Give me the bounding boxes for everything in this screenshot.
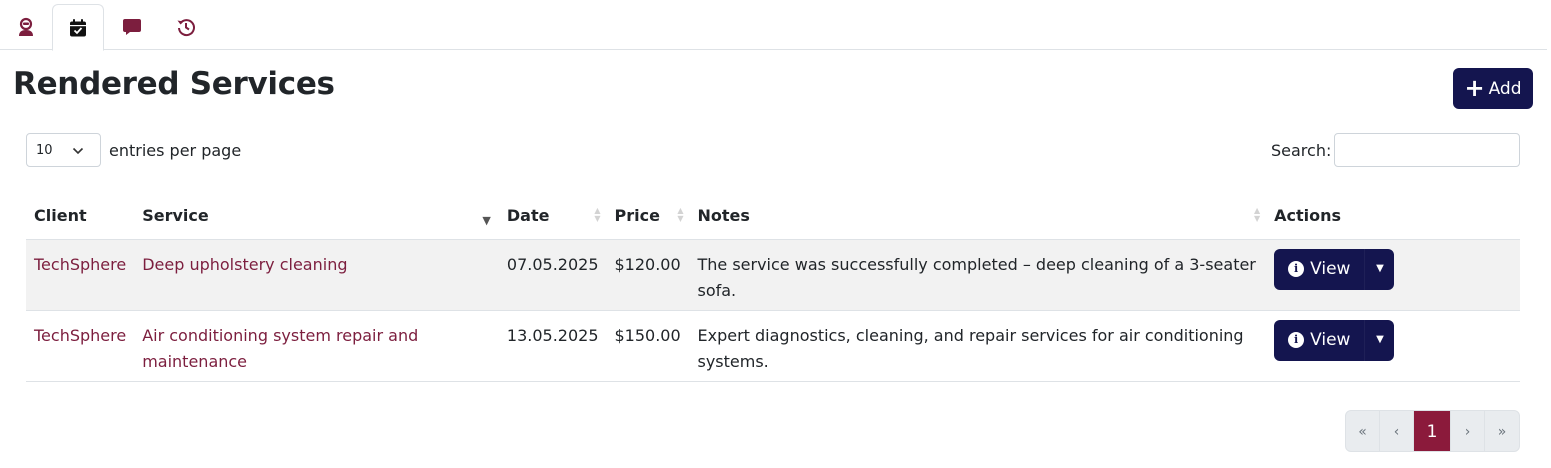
search-input[interactable]	[1334, 133, 1520, 167]
info-icon: i	[1288, 261, 1305, 277]
column-header-price[interactable]: Price ▲ ▼	[606, 192, 690, 240]
tab-profile[interactable]	[0, 4, 52, 50]
sort-icon: ▲ ▼	[1253, 206, 1261, 224]
sort-icon: ▲ ▼	[594, 206, 601, 224]
sort-desc-icon: ▼	[482, 214, 491, 227]
cell-price: $150.00	[606, 310, 690, 382]
view-button[interactable]: i View	[1274, 249, 1364, 290]
cell-notes: Expert diagnostics, cleaning, and repair…	[689, 310, 1267, 382]
sort-icon: ▲ ▼	[677, 206, 684, 224]
entries-per-page-value: 10	[36, 142, 53, 158]
column-header-client[interactable]: Client	[26, 192, 135, 240]
column-header-notes[interactable]: Notes ▲ ▼	[689, 192, 1267, 240]
user-icon	[19, 17, 33, 36]
cell-service: Deep upholstery cleaning	[134, 239, 499, 311]
pagination-previous[interactable]: ‹	[1380, 411, 1414, 451]
info-icon: i	[1288, 332, 1305, 348]
caret-down-icon: ▼	[1376, 334, 1384, 345]
table-row: TechSphere Deep upholstery cleaning 07.0…	[26, 239, 1520, 311]
tab-messages[interactable]	[106, 4, 158, 50]
view-button-group: i View ▼	[1274, 319, 1395, 361]
history-icon	[177, 19, 195, 37]
cell-price: $120.00	[606, 239, 690, 311]
table-header-row: Client Service ▼ Date ▲ ▼ Price ▲ ▼ Notes ▲ ▼ A…	[26, 192, 1520, 240]
view-dropdown-toggle[interactable]: ▼	[1364, 248, 1394, 290]
table-row: TechSphere Air conditioning system repai…	[26, 310, 1520, 382]
tab-bar	[0, 0, 1547, 51]
view-button-label: View	[1310, 259, 1351, 279]
cell-service: Air conditioning system repair and maint…	[134, 310, 499, 382]
pagination-next[interactable]: ›	[1451, 411, 1485, 451]
column-header-actions: Actions	[1266, 192, 1520, 240]
search-label: Search:	[1271, 141, 1332, 160]
cell-actions: i View ▼	[1266, 310, 1520, 382]
services-table: Client Service ▼ Date ▲ ▼ Price ▲ ▼ Notes ▲ ▼ A…	[26, 192, 1520, 382]
column-header-date[interactable]: Date ▲ ▼	[498, 192, 607, 240]
add-button[interactable]: + Add	[1453, 68, 1533, 109]
view-button[interactable]: i View	[1274, 320, 1364, 361]
page-title: Rendered Services	[13, 66, 335, 102]
column-header-service[interactable]: Service ▼	[134, 192, 499, 240]
view-button-group: i View ▼	[1274, 248, 1395, 290]
cell-client: TechSphere	[26, 239, 135, 311]
view-button-label: View	[1310, 330, 1351, 350]
chat-icon	[123, 19, 141, 35]
add-button-label: Add	[1488, 78, 1522, 99]
client-link[interactable]: TechSphere	[34, 326, 126, 345]
pagination-last[interactable]: »	[1485, 411, 1519, 451]
calendar-check-icon	[70, 18, 86, 36]
pagination-first[interactable]: «	[1346, 411, 1380, 451]
service-link[interactable]: Deep upholstery cleaning	[142, 255, 347, 274]
tab-calendar[interactable]	[52, 4, 104, 51]
caret-down-icon: ▼	[1376, 263, 1384, 274]
tab-history[interactable]	[160, 4, 212, 50]
chevron-down-icon	[72, 147, 84, 155]
pagination: « ‹ 1 › »	[1345, 410, 1520, 452]
service-link[interactable]: Air conditioning system repair and maint…	[142, 326, 418, 371]
cell-notes: The service was successfully completed –…	[689, 239, 1267, 311]
cell-date: 07.05.2025	[498, 239, 607, 311]
entries-per-page-label: entries per page	[109, 141, 242, 160]
pagination-page-current[interactable]: 1	[1414, 411, 1451, 451]
client-link[interactable]: TechSphere	[34, 255, 126, 274]
cell-date: 13.05.2025	[498, 310, 607, 382]
view-dropdown-toggle[interactable]: ▼	[1364, 319, 1394, 361]
plus-icon: +	[1464, 73, 1485, 102]
cell-client: TechSphere	[26, 310, 135, 382]
entries-per-page-select[interactable]: 10	[26, 133, 101, 167]
cell-actions: i View ▼	[1266, 239, 1520, 311]
